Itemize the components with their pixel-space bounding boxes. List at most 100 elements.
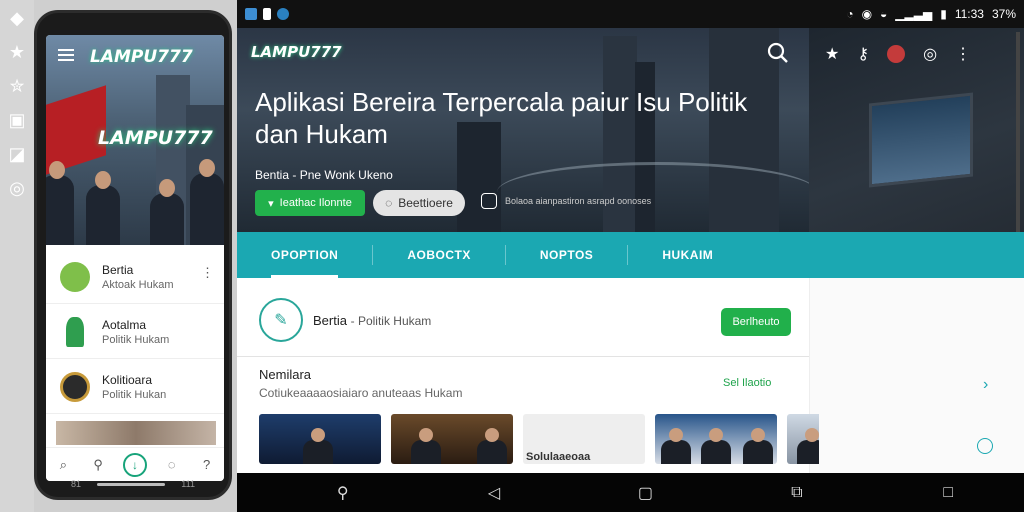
person-image (303, 428, 333, 464)
battery-icon: ▮ (940, 7, 947, 21)
diamond-icon[interactable]: ◆ (7, 8, 27, 28)
rotate-icon[interactable]: ⧉ (782, 484, 812, 502)
document-icon: ✎ (259, 298, 303, 342)
secondary-cta-button[interactable]: ◌ Beettioere (373, 190, 465, 216)
assistant-icon[interactable]: ⚲ (328, 483, 358, 503)
menu-icon[interactable] (58, 49, 74, 61)
circle-dot-icon[interactable]: ◎ (7, 178, 27, 198)
news-card-button[interactable]: Berlheuto (721, 308, 791, 336)
avatar[interactable] (887, 45, 906, 63)
app-logo[interactable]: LAMPU777 (251, 43, 342, 61)
search-icon[interactable]: ⌕ (53, 457, 73, 473)
recents-icon[interactable]: □ (933, 484, 963, 502)
video-thumbnail[interactable]: Solulaaeoaa (523, 414, 645, 464)
list-item-title: Kolitioara (102, 373, 153, 387)
phone-bottom-right: 111 (181, 479, 195, 489)
hero-subtitle: Bentia - Pne Wonk Ukeno (255, 168, 393, 182)
home-icon[interactable]: ▢ (630, 483, 660, 503)
home-indicator[interactable] (97, 482, 166, 486)
tab-hukaim[interactable]: HUKAIM (628, 232, 747, 278)
app-stage: ◆ ★ ✮ ▣ ◪ ◎ LAMPU777 LAMPU777 Bertia Akt… (0, 0, 1024, 512)
person-image (797, 428, 819, 464)
video-thumbnail[interactable] (787, 414, 819, 464)
status-bar: ◔ ◉ ◒ ▁▂▃▅ ▮ 11:33 37% (237, 0, 1024, 28)
settings-icon[interactable]: ◎ (923, 44, 937, 64)
thumbnail-caption: Solulaaeoaa (526, 451, 591, 463)
search-icon[interactable] (767, 42, 789, 64)
list-item[interactable]: Aotalma Politik Hukam (46, 304, 224, 359)
star-icon[interactable]: ★ (825, 44, 839, 64)
list-item-title: Bertia (102, 263, 134, 277)
phone-logo: LAMPU777 (90, 47, 193, 67)
chat-icon[interactable]: ◌ (162, 457, 182, 472)
person-image (661, 428, 691, 464)
news-card-subtitle: Politik Hukam (357, 314, 432, 328)
tab-aboctx[interactable]: AOBOCTX (373, 232, 505, 278)
list-item[interactable]: Bertia Aktoak Hukam ⋮ (46, 249, 224, 304)
profile-icon[interactable]: ⚲ (88, 457, 108, 473)
hero-extra[interactable]: Bolaoa aianpastiron asrapd oonoses (481, 193, 651, 209)
phone-hero-logo: LAMPU777 (98, 127, 213, 149)
list-item-subtitle: Politik Hukam (102, 334, 170, 346)
video-thumbnail[interactable] (655, 414, 777, 464)
app-notification-icon (245, 8, 257, 20)
location-icon: ◉ (861, 7, 873, 21)
briefcase-icon[interactable]: ▣ (7, 110, 27, 130)
news-card-label: Bertia - Politik Hukam (313, 313, 431, 328)
bottle-icon (66, 317, 84, 347)
divider (237, 356, 809, 357)
news-card[interactable]: ✎ Bertia - Politik Hukam Berlheuto (259, 298, 791, 342)
key-icon[interactable]: ⚷ (857, 44, 869, 64)
primary-cta-label: Ieathac Ilonnte (279, 197, 352, 209)
avatar (60, 262, 90, 292)
person-image (701, 428, 731, 464)
primary-cta-button[interactable]: ▾ Ieathac Ilonnte (255, 190, 365, 216)
person-image (190, 159, 224, 245)
star-icon[interactable]: ★ (7, 42, 27, 62)
share-icon (481, 193, 497, 209)
kebab-icon[interactable]: ⋮ (201, 265, 214, 281)
wifi-icon: ◒ (880, 7, 888, 21)
phone-list: Bertia Aktoak Hukam ⋮ Aotalma Politik Hu… (46, 249, 224, 414)
list-item-title: Aotalma (102, 318, 147, 332)
info-icon[interactable] (977, 438, 993, 454)
phone-bottom-left: 81 (71, 479, 82, 489)
secondary-cta-label: Beettioere (398, 196, 453, 210)
hero-title: Aplikasi Bereira Terpercala paiur Isu Po… (255, 87, 748, 149)
tab-noptos[interactable]: NOPTOS (506, 232, 627, 278)
kebab-icon[interactable]: ⋮ (955, 44, 971, 64)
tab-bar: OPOPTION AOBOCTX NOPTOS HUKAIM (237, 232, 1024, 278)
see-all-link[interactable]: Sel Ilaotio (723, 377, 771, 389)
star-outline-icon[interactable]: ✮ (7, 76, 27, 96)
message-icon (277, 8, 289, 20)
tv-screen-image (869, 92, 973, 188)
download-icon[interactable]: ↓ (122, 452, 147, 477)
download-icon: ▾ (268, 197, 274, 210)
section-subtitle: Cotiukeaaaaosiaiaro anuteaas Hukam (259, 386, 463, 400)
list-item-subtitle: Politik Hukan (102, 389, 167, 401)
back-icon[interactable]: ◁ (479, 483, 509, 503)
phone-bottom-bar: 81 111 (37, 477, 229, 491)
status-time: 11:33 (954, 7, 984, 21)
left-rail: ◆ ★ ✮ ▣ ◪ ◎ (0, 0, 34, 512)
alarm-icon: ◔ (846, 7, 854, 21)
system-nav-bar: ⚲ ◁ ▢ ⧉ □ (237, 473, 1024, 512)
phone-mockup: LAMPU777 LAMPU777 Bertia Aktoak Hukam ⋮ … (34, 10, 232, 500)
tab-option[interactable]: OPOPTION (237, 232, 372, 278)
no-image-icon[interactable]: ◪ (7, 144, 27, 164)
video-thumbnail[interactable] (259, 414, 381, 464)
person-image (477, 428, 507, 464)
scrollbar[interactable] (1016, 32, 1020, 232)
video-thumbnail[interactable] (391, 414, 513, 464)
thumbnail-row: Solulaaeoaa (259, 414, 819, 464)
list-item-subtitle: Aktoak Hukam (102, 279, 174, 291)
thumbnail-strip[interactable] (56, 421, 216, 445)
court-icon (60, 372, 90, 402)
chevron-right-icon[interactable]: › (983, 376, 988, 394)
phone-screen: LAMPU777 LAMPU777 Bertia Aktoak Hukam ⋮ … (46, 35, 224, 481)
person-image (86, 171, 120, 245)
help-icon[interactable]: ? (197, 457, 217, 472)
list-item[interactable]: Kolitioara Politik Hukan (46, 359, 224, 414)
side-panel: ★ ⚷ ◎ ⋮ (809, 28, 1024, 232)
sim-icon (263, 8, 271, 20)
